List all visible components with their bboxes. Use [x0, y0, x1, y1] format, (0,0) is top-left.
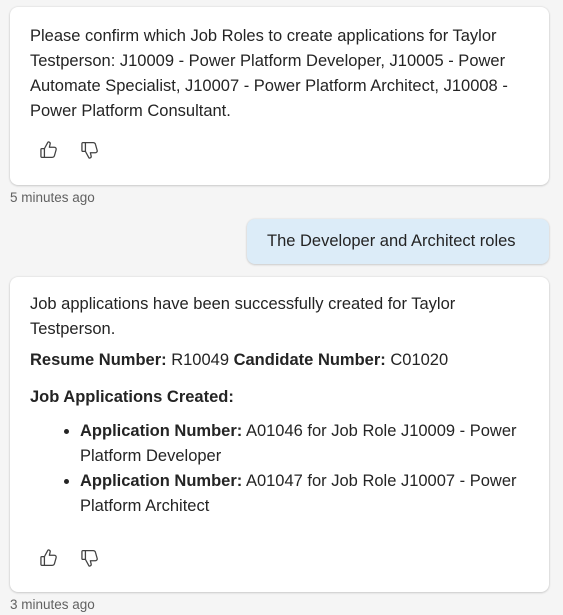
thumbs-down-icon[interactable]: [79, 139, 101, 161]
applications-list: Application Number: A01046 for Job Role …: [30, 419, 529, 519]
list-item: Application Number: A01047 for Job Role …: [80, 469, 529, 519]
thumbs-up-icon[interactable]: [38, 139, 60, 161]
thumbs-down-icon[interactable]: [79, 547, 101, 569]
candidate-number-label: Candidate Number:: [233, 351, 386, 369]
applications-heading: Job Applications Created:: [30, 388, 234, 406]
bot-message-text: Please confirm which Job Roles to create…: [30, 27, 508, 120]
feedback-bar: [38, 547, 101, 569]
candidate-number-value: C01020: [385, 351, 449, 369]
bot-message-intro: Job applications have been successfully …: [30, 295, 456, 338]
thumbs-up-icon[interactable]: [38, 547, 60, 569]
message-timestamp: 3 minutes ago: [10, 597, 95, 612]
message-timestamp: 5 minutes ago: [10, 190, 95, 205]
application-number-label: Application Number:: [80, 472, 243, 490]
user-message-bubble: The Developer and Architect roles: [247, 219, 549, 264]
resume-number-value: R10049: [166, 351, 234, 369]
list-item: Application Number: A01046 for Job Role …: [80, 419, 529, 469]
application-number-label: Application Number:: [80, 422, 243, 440]
feedback-bar: [38, 139, 101, 161]
resume-candidate-line: Resume Number: R10049 Candidate Number: …: [30, 348, 529, 373]
bot-message-card: Please confirm which Job Roles to create…: [10, 7, 549, 185]
bot-message-card: Job applications have been successfully …: [10, 277, 549, 592]
resume-number-label: Resume Number:: [30, 351, 167, 369]
